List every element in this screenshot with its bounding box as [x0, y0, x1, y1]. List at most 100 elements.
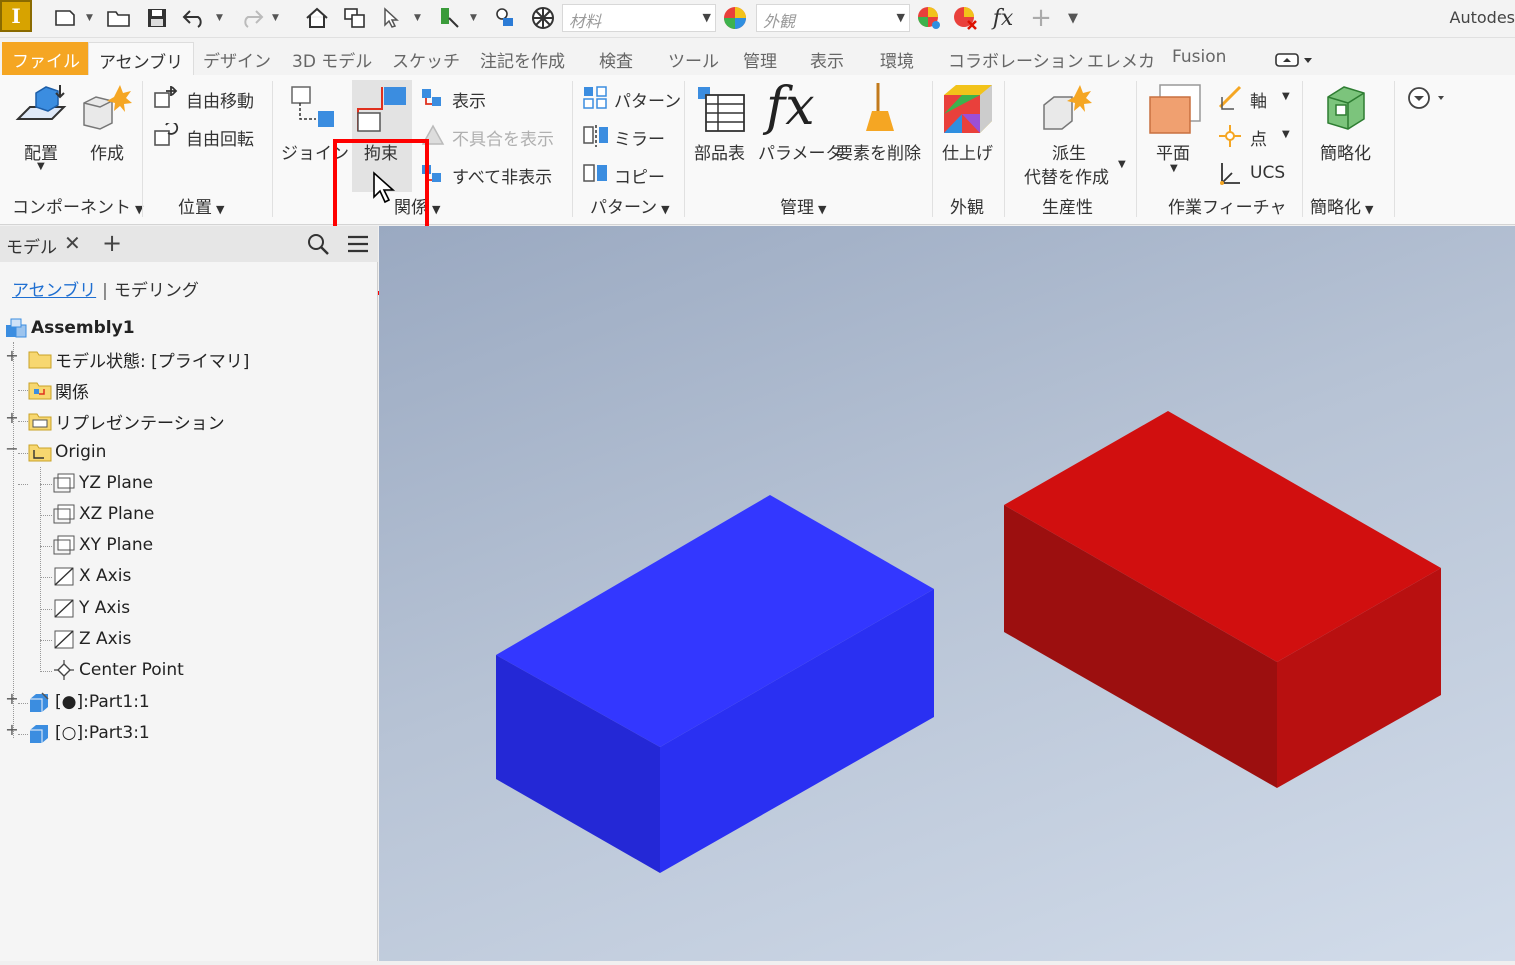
redo-icon[interactable]	[236, 4, 266, 32]
inventor-logo-icon[interactable]: I	[0, 0, 32, 32]
tree-node-yz-plane[interactable]: YZ Plane	[52, 469, 153, 497]
close-icon[interactable]: ✕	[64, 231, 81, 255]
material-sphere-icon[interactable]	[528, 4, 558, 32]
pattern-label[interactable]: パターン	[614, 87, 681, 112]
show-label[interactable]: 表示	[452, 87, 486, 112]
material-combo[interactable]: 材料 ▼	[562, 4, 716, 32]
plane-dropdown-caret[interactable]: ▼	[1170, 163, 1178, 174]
free-rotate-icon[interactable]	[152, 121, 180, 155]
appearance-group-label[interactable]: 外観	[950, 193, 984, 218]
plane-label[interactable]: 平面	[1156, 139, 1190, 164]
free-move-label[interactable]: 自由移動	[186, 87, 254, 112]
derive-label-line1[interactable]: 派生	[1052, 139, 1086, 164]
ribbon-display-toggle-icon[interactable]	[1272, 50, 1316, 70]
blue-box-part1[interactable]	[496, 495, 934, 873]
add-icon[interactable]: +	[1028, 3, 1054, 33]
undo-icon[interactable]	[180, 4, 210, 32]
red-box-part3[interactable]	[1004, 411, 1441, 788]
tab-assembly[interactable]: アセンブリ	[88, 42, 195, 75]
parameters-fx-icon[interactable]: fx	[766, 79, 815, 135]
tree-node-assembly1[interactable]: Assembly1	[4, 314, 135, 342]
clear-appearance-icon[interactable]	[950, 4, 980, 32]
undo-dropdown-caret[interactable]: ▼	[216, 13, 223, 23]
derive-icon[interactable]	[1040, 83, 1096, 141]
tab-view[interactable]: 表示	[800, 42, 854, 75]
redo-dropdown-caret[interactable]: ▼	[272, 13, 279, 23]
tree-node-part1[interactable]: [●]:Part1:1	[28, 688, 150, 716]
tree-node-z-axis[interactable]: Z Axis	[52, 625, 131, 653]
work-axis-icon[interactable]	[1216, 85, 1244, 115]
select-dropdown-caret[interactable]: ▼	[414, 13, 421, 23]
search-icon[interactable]	[306, 232, 330, 260]
update-icon[interactable]	[490, 4, 520, 32]
customize-caret-icon[interactable]: ▼	[1062, 4, 1084, 32]
browser-title[interactable]: モデル	[6, 233, 57, 258]
simplify-label[interactable]: 簡略化	[1320, 139, 1371, 164]
finish-label[interactable]: 仕上げ	[942, 139, 993, 164]
window-tile-icon[interactable]	[340, 4, 370, 32]
manage-group-label[interactable]: 管理 ▼	[780, 193, 826, 218]
open-folder-icon[interactable]	[104, 4, 134, 32]
place-component-icon[interactable]	[14, 83, 70, 139]
tab-inspect[interactable]: 検査	[589, 42, 643, 75]
hamburger-menu-icon[interactable]	[346, 234, 370, 258]
copy-icon[interactable]	[582, 161, 610, 191]
delete-face-label[interactable]: 要素を削除	[836, 139, 921, 164]
tree-node-y-axis[interactable]: Y Axis	[52, 594, 130, 622]
place-dropdown-caret[interactable]: ▼	[37, 161, 45, 172]
tree-node-model-states[interactable]: モデル状態: [プライマリ]	[28, 345, 249, 373]
free-move-icon[interactable]	[152, 85, 180, 117]
graphics-viewport[interactable]	[379, 226, 1515, 961]
tab-sketch[interactable]: スケッチ	[382, 42, 470, 75]
expand-panel-icon[interactable]	[1406, 85, 1446, 115]
bom-label[interactable]: 部品表	[694, 139, 745, 164]
tree-node-xz-plane[interactable]: XZ Plane	[52, 500, 154, 528]
adjust-appearance-icon[interactable]	[914, 4, 944, 32]
work-point-icon[interactable]	[1216, 123, 1244, 153]
position-group-label[interactable]: 位置 ▼	[178, 193, 224, 218]
axis-dropdown-caret[interactable]: ▼	[1282, 91, 1290, 102]
delete-face-icon[interactable]	[858, 81, 902, 139]
measure-dropdown-caret[interactable]: ▼	[470, 13, 477, 23]
measure-icon[interactable]	[434, 4, 464, 32]
tab-fusion[interactable]: Fusion	[1162, 42, 1236, 75]
simplify-icon[interactable]	[1322, 83, 1372, 139]
appearance-color-icon[interactable]	[720, 4, 750, 32]
finish-cube-icon[interactable]	[942, 83, 996, 139]
new-file-icon[interactable]	[50, 4, 80, 32]
copy-label[interactable]: コピー	[614, 163, 665, 188]
constrain-icon[interactable]	[354, 83, 410, 139]
tab-manage[interactable]: 管理	[733, 42, 787, 75]
tab-3d-model[interactable]: 3D モデル	[282, 42, 382, 75]
fx-parameters-icon[interactable]: fx	[988, 4, 1018, 32]
tree-node-xy-plane[interactable]: XY Plane	[52, 531, 153, 559]
work-plane-icon[interactable]	[1148, 83, 1202, 139]
bill-of-materials-icon[interactable]	[696, 83, 748, 139]
expand-icon[interactable]: +	[5, 689, 19, 708]
pattern-icon[interactable]	[582, 85, 610, 115]
work-features-group-label[interactable]: 作業フィーチャ	[1168, 193, 1287, 218]
tree-node-center-point[interactable]: Center Point	[52, 656, 184, 684]
show-icon[interactable]	[420, 85, 446, 115]
tree-node-x-axis[interactable]: X Axis	[52, 562, 131, 590]
component-group-label[interactable]: コンポーネント ▼	[12, 193, 143, 218]
save-icon[interactable]	[142, 4, 172, 32]
tree-node-origin[interactable]: Origin	[28, 438, 106, 466]
tree-node-part3[interactable]: [○]:Part3:1	[28, 719, 150, 747]
expand-icon[interactable]: +	[5, 720, 19, 739]
tree-node-relationships[interactable]: 関係	[28, 376, 89, 404]
pattern-group-label[interactable]: パターン ▼	[590, 193, 670, 218]
subtab-assembly[interactable]: アセンブリ	[12, 281, 96, 301]
subtab-modeling[interactable]: モデリング	[114, 281, 199, 301]
axis-label[interactable]: 軸	[1250, 87, 1267, 112]
parameters-label[interactable]: パラメータ	[758, 139, 843, 164]
joint-icon[interactable]	[290, 85, 338, 139]
tab-file[interactable]: ファイル	[2, 42, 90, 75]
point-dropdown-caret[interactable]: ▼	[1282, 129, 1290, 140]
point-label[interactable]: 点	[1250, 125, 1267, 150]
create-label[interactable]: 作成	[90, 139, 124, 164]
tab-design[interactable]: デザイン	[193, 42, 281, 75]
tab-environments[interactable]: 環境	[870, 42, 924, 75]
derive-label-line2[interactable]: 代替を作成	[1024, 163, 1109, 188]
new-dropdown-caret[interactable]: ▼	[86, 13, 93, 23]
